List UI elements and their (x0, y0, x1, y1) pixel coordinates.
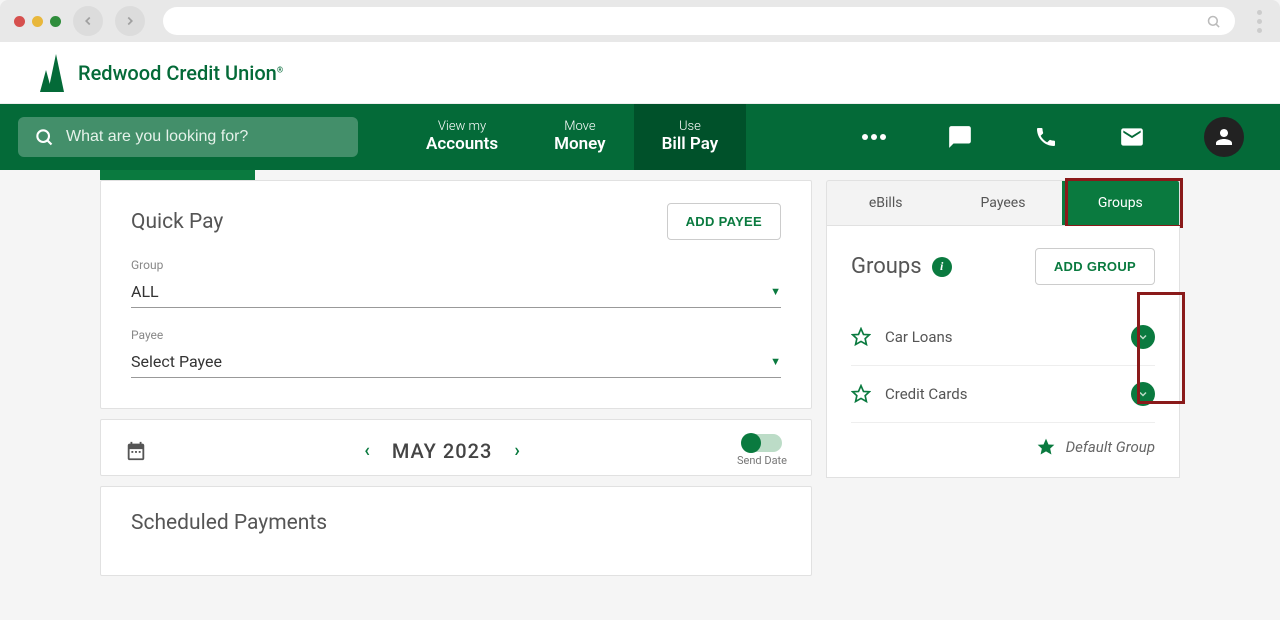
url-bar[interactable] (163, 7, 1235, 35)
send-date-toggle[interactable] (742, 434, 782, 452)
payee-label: Payee (131, 328, 781, 342)
active-subtab-indicator (100, 170, 255, 180)
search-icon (1206, 14, 1221, 29)
browser-chrome (0, 0, 1280, 42)
add-group-button[interactable]: ADD GROUP (1035, 248, 1155, 285)
browser-menu[interactable] (1253, 10, 1266, 33)
tab-ebills[interactable]: eBills (827, 181, 944, 225)
group-row: Car Loans (851, 309, 1155, 366)
group-name[interactable]: Credit Cards (885, 385, 1131, 403)
mail-icon[interactable] (1118, 123, 1146, 151)
minimize-window[interactable] (32, 16, 43, 27)
info-icon[interactable]: i (932, 257, 952, 277)
groups-panel: Groups i ADD GROUP Car Loans Credit Card… (826, 226, 1180, 478)
phone-icon[interactable] (1032, 123, 1060, 151)
month-bar: ‹ MAY 2023 › Send Date (100, 419, 812, 476)
prev-month[interactable]: ‹ (364, 440, 370, 461)
logo-icon (38, 52, 68, 94)
nav-label-bot: Money (554, 134, 605, 154)
star-outline-icon[interactable] (851, 327, 871, 347)
nav-label-top: Move (564, 120, 595, 134)
default-group-label: Default Group (1066, 438, 1155, 456)
add-payee-button[interactable]: ADD PAYEE (667, 203, 781, 240)
nav-money[interactable]: Move Money (526, 104, 633, 170)
logo-bar: Redwood Credit Union® (0, 42, 1280, 104)
next-month[interactable]: › (514, 440, 519, 461)
main-nav: View my Accounts Move Money Use Bill Pay (0, 104, 1280, 170)
logo-text: Redwood Credit Union® (78, 61, 283, 85)
scheduled-payments-card: Scheduled Payments (100, 486, 812, 576)
chevron-down-icon: ▼ (770, 355, 781, 368)
profile-avatar[interactable] (1204, 117, 1244, 157)
groups-title: Groups (851, 254, 922, 279)
scheduled-title: Scheduled Payments (131, 511, 781, 535)
nav-accounts[interactable]: View my Accounts (398, 104, 526, 170)
nav-label-bot: Bill Pay (662, 134, 719, 154)
nav-billpay[interactable]: Use Bill Pay (634, 104, 747, 170)
side-tabs: eBills Payees Groups (826, 180, 1180, 226)
site-logo[interactable]: Redwood Credit Union® (38, 52, 283, 94)
calendar-icon[interactable] (125, 440, 147, 462)
back-button[interactable] (73, 6, 103, 36)
site-search[interactable] (18, 117, 358, 157)
payee-value: Select Payee (131, 352, 222, 371)
search-icon (34, 127, 54, 147)
quick-pay-title: Quick Pay (131, 210, 223, 234)
nav-label-top: Use (679, 120, 701, 134)
group-row: Credit Cards (851, 366, 1155, 423)
nav-label-top: View my (438, 120, 486, 134)
tab-groups[interactable]: Groups (1062, 181, 1179, 225)
forward-button[interactable] (115, 6, 145, 36)
group-label: Group (131, 258, 781, 272)
current-month: MAY 2023 (392, 439, 492, 463)
group-value: ALL (131, 282, 159, 301)
maximize-window[interactable] (50, 16, 61, 27)
tab-payees[interactable]: Payees (944, 181, 1061, 225)
group-name[interactable]: Car Loans (885, 328, 1131, 346)
group-select[interactable]: ALL ▼ (131, 278, 781, 308)
star-filled-icon (1036, 437, 1056, 457)
quick-pay-card: Quick Pay ADD PAYEE Group ALL ▼ Payee Se… (100, 180, 812, 409)
send-date-label: Send Date (737, 454, 787, 467)
payee-select[interactable]: Select Payee ▼ (131, 348, 781, 378)
star-outline-icon[interactable] (851, 384, 871, 404)
close-window[interactable] (14, 16, 25, 27)
expand-group[interactable] (1131, 382, 1155, 406)
chat-icon[interactable] (946, 123, 974, 151)
window-controls (14, 16, 61, 27)
more-icon[interactable] (860, 123, 888, 151)
chevron-down-icon: ▼ (770, 285, 781, 298)
expand-group[interactable] (1131, 325, 1155, 349)
nav-label-bot: Accounts (426, 134, 498, 154)
site-search-input[interactable] (66, 128, 342, 146)
